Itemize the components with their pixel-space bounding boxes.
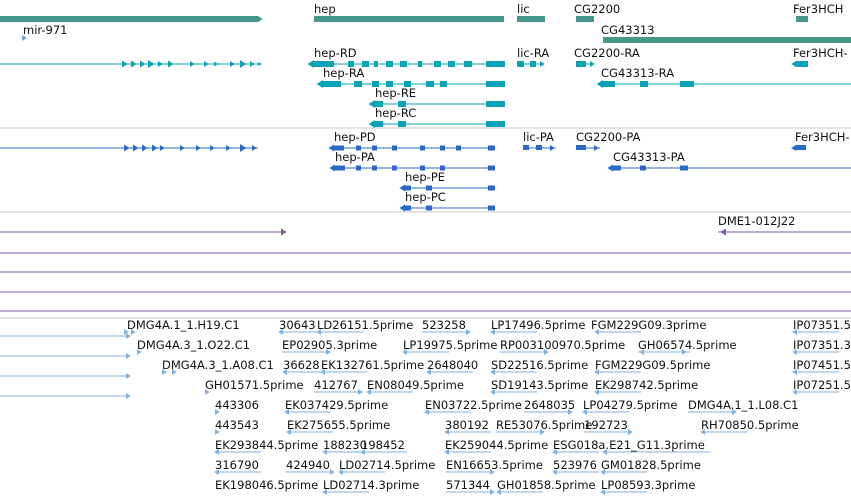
transcript-label[interactable]: Fer3HCH-	[793, 47, 848, 60]
transcript-label[interactable]: hep-RA	[323, 67, 364, 80]
est-label[interactable]: GH01858.5prime	[497, 479, 596, 492]
est-label[interactable]: EK275655.5prime	[287, 419, 390, 432]
est-label[interactable]: 571344	[446, 479, 490, 492]
protein-label[interactable]: hep-PA	[335, 151, 375, 164]
est-label[interactable]: FGM229G09.3prime	[591, 319, 706, 332]
est-label[interactable]: EK293844.5prime	[215, 439, 318, 452]
est-label[interactable]: 198452	[361, 439, 405, 452]
est-label[interactable]: 523976	[553, 459, 597, 472]
est-label[interactable]: EK037429.5prime	[285, 399, 388, 412]
protein-label[interactable]: Fer3HCH-	[795, 131, 850, 144]
est-label[interactable]: IP07251.5	[793, 379, 851, 392]
est-label[interactable]: LP19975.5prime	[403, 339, 497, 352]
transcript-label[interactable]: lic-RA	[517, 47, 549, 60]
est-label[interactable]: 316790	[215, 459, 259, 472]
est-label[interactable]: DMG4A.3_1.O22.C1	[137, 339, 250, 352]
est-label[interactable]: GH01571.5prime	[205, 379, 304, 392]
est-label[interactable]: 30643	[279, 319, 316, 332]
transcript-label[interactable]: hep-RC	[375, 107, 416, 120]
est-label[interactable]: SD22516.5prime	[491, 359, 588, 372]
est-label[interactable]: SD19143.5prime	[491, 379, 588, 392]
est-label[interactable]: IP07451.5	[793, 359, 851, 372]
est-label[interactable]: LP17496.5prime	[491, 319, 585, 332]
est-label[interactable]: FGM229G09.5prime	[595, 359, 710, 372]
est-label[interactable]: 380192	[445, 419, 489, 432]
est-label[interactable]: LP04279.5prime	[583, 399, 677, 412]
gene-label[interactable]: Fer3HCH	[793, 3, 843, 16]
est-label[interactable]: DMG4A.3_1.A08.C1	[162, 359, 274, 372]
clone-label[interactable]: DME1-012J22	[718, 215, 796, 228]
est-label[interactable]: EK259044.5prime	[445, 439, 548, 452]
gene-label[interactable]: CG43313	[601, 24, 655, 37]
est-label[interactable]: RP003100970.5prime	[500, 339, 625, 352]
transcript-label[interactable]: CG43313-RA	[601, 67, 674, 80]
est-label[interactable]: EN03722.5prime	[425, 399, 522, 412]
est-label[interactable]: LD26151.5prime	[317, 319, 413, 332]
est-label[interactable]: 36628	[283, 359, 320, 372]
protein-label[interactable]: CG43313-PA	[613, 151, 685, 164]
transcript-label[interactable]: hep-RD	[314, 47, 357, 60]
protein-label[interactable]: hep-PD	[334, 131, 376, 144]
genome-browser-view: mir-971 hep lic CG2200 CG43313 Fer3HCH h…	[0, 0, 851, 501]
est-label[interactable]: IP07351.5	[793, 319, 851, 332]
est-label[interactable]: 2648040	[427, 359, 478, 372]
est-label[interactable]: LP08593.3prime	[601, 479, 695, 492]
protein-label[interactable]: hep-PE	[405, 171, 445, 184]
protein-label[interactable]: lic-PA	[523, 131, 554, 144]
est-label[interactable]: ESG018a.E21_G11.3prime	[553, 439, 705, 452]
est-label[interactable]: EK298742.5prime	[595, 379, 698, 392]
est-label[interactable]: 192723	[584, 419, 628, 432]
est-label[interactable]: 424940	[286, 459, 330, 472]
est-label[interactable]: 443543	[215, 419, 259, 432]
est-label[interactable]: EN08049.5prime	[367, 379, 464, 392]
est-label[interactable]: EP02905.3prime	[282, 339, 377, 352]
protein-label[interactable]: hep-PC	[405, 191, 446, 204]
est-label[interactable]: RE53076.5prime	[496, 419, 592, 432]
transcript-label[interactable]: CG2200-RA	[574, 47, 640, 60]
est-label[interactable]: DMG4A.1_1.H19.C1	[127, 319, 240, 332]
est-label[interactable]: IP07351.3	[793, 339, 851, 352]
gene-label[interactable]: hep	[314, 3, 336, 16]
gene-label[interactable]: lic	[517, 3, 530, 16]
est-label[interactable]: LD02714.5prime	[339, 459, 435, 472]
est-label[interactable]: EK132761.5prime	[321, 359, 424, 372]
est-label[interactable]: LD02714.3prime	[323, 479, 419, 492]
transcript-label[interactable]: hep-RE	[375, 87, 416, 100]
gene-label[interactable]: CG2200	[574, 3, 620, 16]
protein-label[interactable]: CG2200-PA	[576, 131, 640, 144]
est-label[interactable]: RH70850.5prime	[701, 419, 799, 432]
est-label[interactable]: 523258	[422, 319, 466, 332]
est-label[interactable]: GM01828.5prime	[601, 459, 701, 472]
est-label[interactable]: EN16653.5prime	[446, 459, 543, 472]
est-label[interactable]: 2648035	[524, 399, 575, 412]
est-label[interactable]: 412767	[314, 379, 358, 392]
est-label[interactable]: DMG4A.1_1.L08.C1	[688, 399, 798, 412]
est-label[interactable]: EK198046.5prime	[215, 479, 318, 492]
est-label[interactable]: 443306	[215, 399, 259, 412]
gene-label[interactable]: mir-971	[23, 24, 68, 37]
est-label[interactable]: GH06574.5prime	[638, 339, 737, 352]
feature-labels: mir-971 hep lic CG2200 CG43313 Fer3HCH h…	[0, 0, 851, 501]
